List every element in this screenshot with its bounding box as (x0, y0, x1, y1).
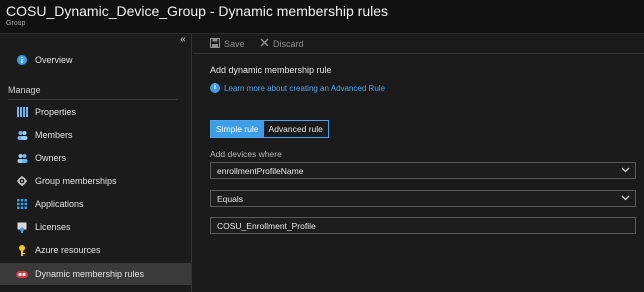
tab-advanced-rule[interactable]: Advanced rule (264, 121, 328, 137)
sidebar-item-label: Group memberships (35, 176, 117, 186)
sidebar-item-properties[interactable]: Properties (0, 101, 191, 123)
value-text: COSU_Enrollment_Profile (217, 220, 316, 231)
gear-icon (16, 175, 28, 187)
save-icon (210, 37, 220, 51)
chevron-down-icon (621, 193, 630, 203)
properties-icon (16, 106, 28, 118)
discard-label: Discard (273, 39, 304, 49)
learn-more-link-label: Learn more about creating an Advanced Ru… (224, 83, 385, 93)
members-icon (16, 129, 28, 141)
section-heading: Add dynamic membership rule (210, 65, 332, 75)
property-value: enrollmentProfileName (217, 165, 304, 176)
operator-value: Equals (217, 193, 243, 204)
divider (8, 99, 178, 100)
sidebar-item-label: Properties (35, 107, 77, 117)
sidebar-item-azure-resources[interactable]: Azure resources (0, 239, 191, 261)
rule-tabs: Simple rule Advanced rule (210, 120, 329, 138)
add-devices-label: Add devices where (210, 149, 282, 159)
operator-dropdown[interactable]: Equals (210, 190, 636, 207)
save-button[interactable]: Save (210, 36, 245, 52)
licenses-icon (16, 221, 28, 233)
page-subtitle: Group (6, 20, 26, 27)
save-label: Save (224, 39, 245, 49)
sidebar-item-label: Dynamic membership rules (35, 269, 145, 279)
key-icon (16, 244, 28, 256)
title-bar: COSU_Dynamic_Device_Group - Dynamic memb… (0, 0, 644, 34)
applications-icon (16, 198, 28, 210)
learn-more-link[interactable]: i Learn more about creating an Advanced … (210, 83, 385, 93)
close-icon (260, 38, 269, 50)
info-icon (16, 54, 28, 66)
sidebar: « Overview Manage Properties Members Own… (0, 34, 192, 292)
page-title: COSU_Dynamic_Device_Group - Dynamic memb… (6, 3, 389, 19)
sidebar-item-applications[interactable]: Applications (0, 193, 191, 215)
collapse-sidebar-button[interactable]: « (176, 34, 190, 46)
sidebar-item-label: Members (35, 130, 73, 140)
info-icon: i (210, 83, 220, 93)
sidebar-item-licenses[interactable]: Licenses (0, 216, 191, 238)
discard-button[interactable]: Discard (260, 36, 304, 52)
sidebar-item-label: Applications (35, 199, 84, 209)
sidebar-item-label: Overview (35, 55, 73, 65)
sidebar-item-label: Azure resources (35, 245, 101, 255)
sidebar-item-overview[interactable]: Overview (0, 49, 191, 71)
section-label-manage: Manage (8, 85, 41, 95)
sidebar-item-label: Licenses (35, 222, 71, 232)
owners-icon (16, 152, 28, 164)
chevron-down-icon (621, 165, 630, 175)
sidebar-item-members[interactable]: Members (0, 124, 191, 146)
sidebar-item-dynamic-membership-rules[interactable]: Dynamic membership rules (0, 263, 191, 285)
property-dropdown[interactable]: enrollmentProfileName (210, 162, 636, 179)
dynamic-rules-icon (16, 268, 28, 280)
tab-simple-rule[interactable]: Simple rule (211, 121, 264, 137)
sidebar-item-owners[interactable]: Owners (0, 147, 191, 169)
toolbar: Save Discard (193, 34, 644, 54)
main-content: Add dynamic membership rule i Learn more… (193, 55, 644, 292)
sidebar-item-group-memberships[interactable]: Group memberships (0, 170, 191, 192)
sidebar-item-label: Owners (35, 153, 67, 163)
value-input[interactable]: COSU_Enrollment_Profile (210, 217, 636, 234)
